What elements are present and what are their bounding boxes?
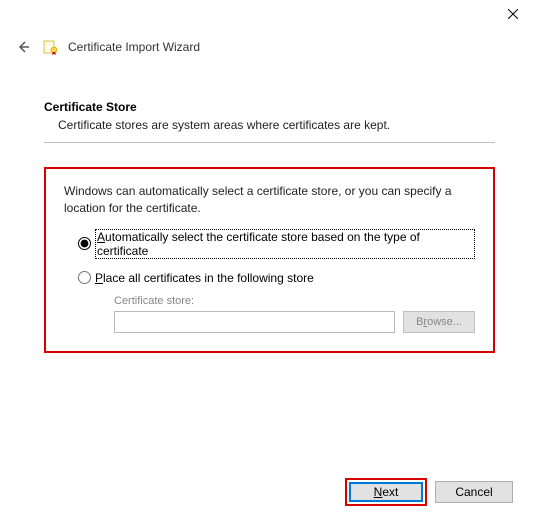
next-button[interactable]: Next: [349, 482, 423, 502]
content-area: Certificate Store Certificate stores are…: [0, 64, 535, 353]
section-heading: Certificate Store: [44, 100, 495, 114]
radio-auto-label[interactable]: Automatically select the certificate sto…: [95, 229, 475, 259]
browse-button: Browse...: [403, 311, 475, 333]
footer: Next Cancel: [345, 478, 513, 506]
radio-row-manual[interactable]: Place all certificates in the following …: [78, 271, 475, 285]
store-field-label: Certificate store:: [114, 295, 475, 307]
cancel-button[interactable]: Cancel: [435, 481, 513, 503]
store-input: [114, 311, 395, 333]
divider: [44, 142, 495, 143]
radio-row-auto[interactable]: Automatically select the certificate sto…: [78, 229, 475, 259]
instruction-text: Windows can automatically select a certi…: [64, 183, 475, 217]
store-row: Browse...: [114, 311, 475, 333]
next-button-highlight: Next: [345, 478, 427, 506]
certificate-icon: [42, 39, 58, 55]
radio-manual[interactable]: [78, 271, 91, 284]
section-description: Certificate stores are system areas wher…: [44, 118, 495, 132]
options-panel: Windows can automatically select a certi…: [44, 167, 495, 353]
close-button[interactable]: [490, 0, 535, 28]
back-button[interactable]: [14, 38, 32, 56]
close-icon: [508, 9, 518, 19]
store-section: Certificate store: Browse...: [78, 295, 475, 333]
radio-manual-label[interactable]: Place all certificates in the following …: [95, 271, 314, 285]
radio-auto[interactable]: [78, 237, 91, 250]
arrow-left-icon: [15, 39, 31, 55]
wizard-header: Certificate Import Wizard: [0, 32, 535, 64]
titlebar: [0, 0, 535, 32]
wizard-title: Certificate Import Wizard: [68, 40, 200, 54]
radio-group: Automatically select the certificate sto…: [64, 229, 475, 333]
